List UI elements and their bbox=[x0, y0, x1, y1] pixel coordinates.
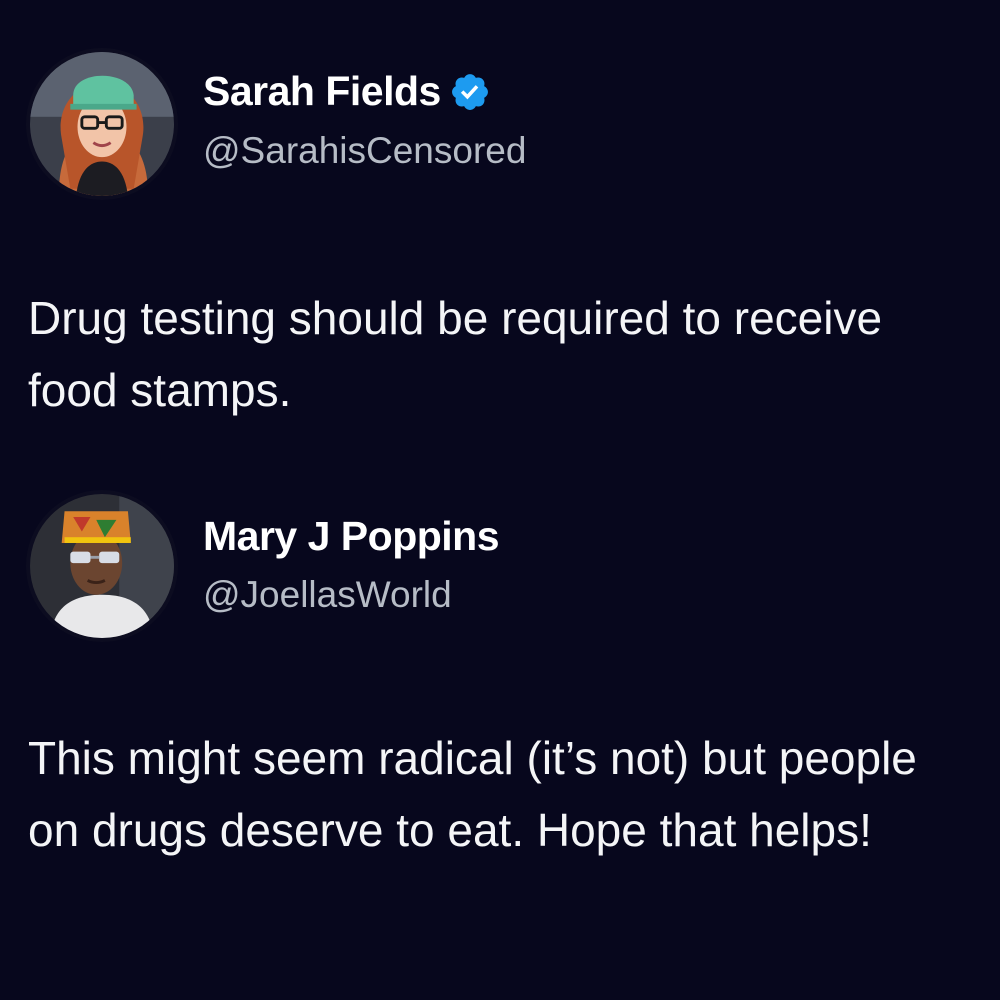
avatar-photo bbox=[30, 494, 174, 638]
author-name-text: Sarah Fields bbox=[203, 68, 441, 114]
avatar-photo bbox=[30, 52, 174, 196]
verified-badge-icon bbox=[449, 71, 491, 113]
author-handle[interactable]: @JoellasWorld bbox=[203, 574, 452, 616]
tweet-text: This might seem radical (it’s not) but p… bbox=[28, 732, 917, 856]
avatar[interactable] bbox=[26, 48, 178, 200]
avatar[interactable] bbox=[26, 490, 178, 642]
tweet-text: Drug testing should be required to recei… bbox=[28, 292, 883, 416]
author-name[interactable]: Sarah Fields bbox=[203, 68, 491, 115]
author-name-text: Mary J Poppins bbox=[203, 513, 500, 559]
author-name[interactable]: Mary J Poppins bbox=[203, 513, 500, 560]
author-handle[interactable]: @SarahisCensored bbox=[203, 130, 526, 172]
